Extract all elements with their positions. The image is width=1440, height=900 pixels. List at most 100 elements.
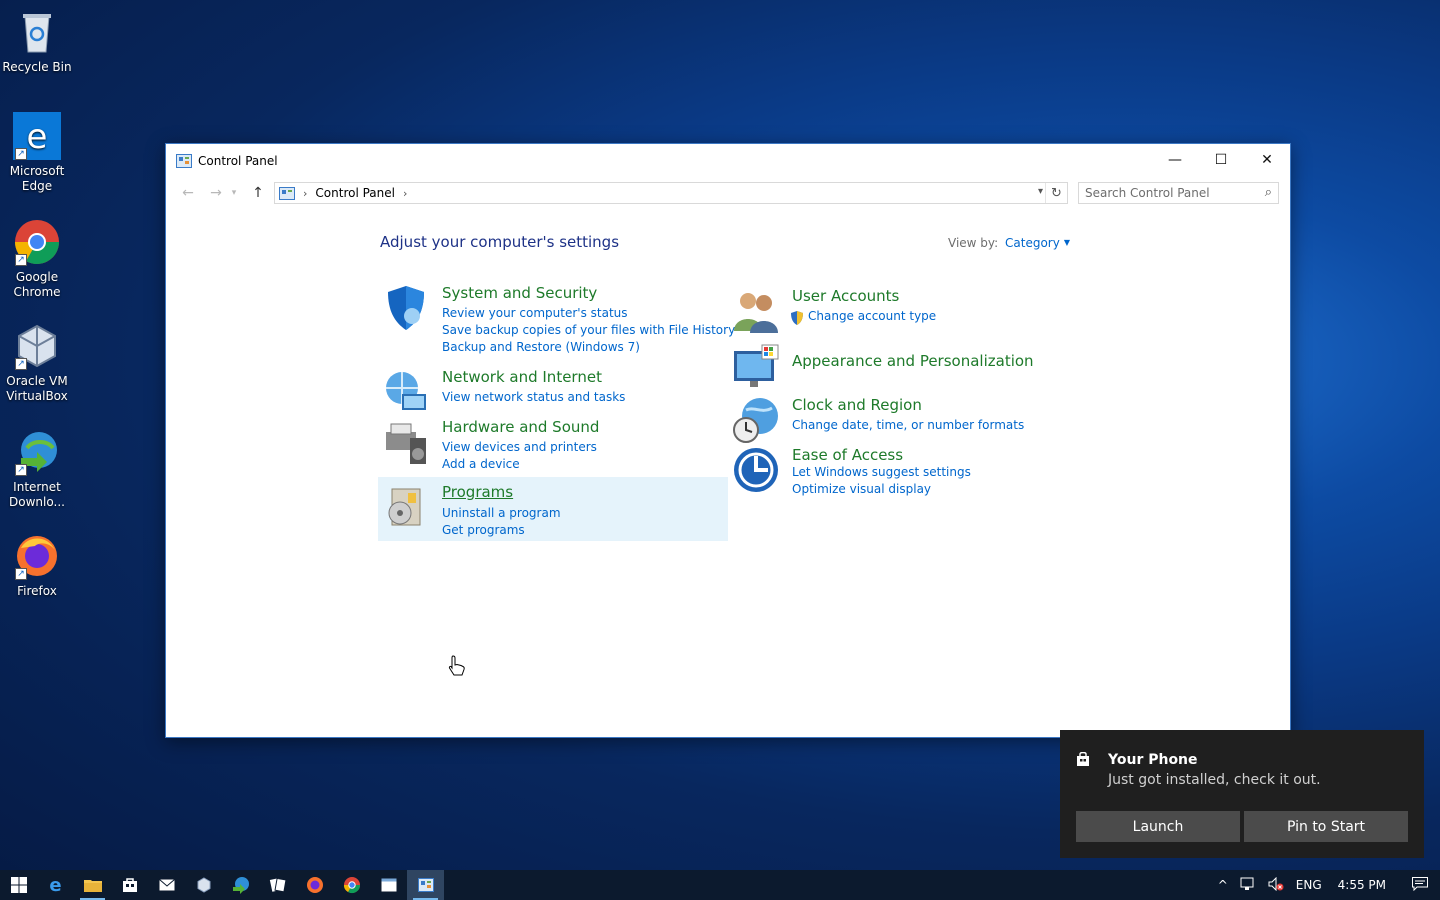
main-content: Adjust your computer's settings View by:… (166, 209, 1290, 737)
category-link[interactable]: Add a device (442, 457, 520, 471)
taskbar-file-explorer[interactable] (74, 870, 111, 900)
category-title[interactable]: Ease of Access (792, 446, 903, 464)
store-bag-icon (122, 878, 137, 892)
forward-button[interactable]: → (204, 181, 228, 205)
printer-speaker-icon (386, 423, 426, 464)
category-link[interactable]: Change date, time, or number formats (792, 418, 1024, 432)
recent-locations-button[interactable]: ▾ (228, 181, 240, 205)
taskbar-control-panel[interactable] (407, 870, 444, 900)
address-dropdown-icon[interactable]: ▾ (1038, 186, 1043, 197)
taskbar-virtualbox[interactable] (185, 870, 222, 900)
category-link[interactable]: Get programs (442, 523, 525, 537)
maximize-button[interactable]: ☐ (1198, 144, 1244, 176)
taskbar-solitaire[interactable] (259, 870, 296, 900)
pin-to-start-button[interactable]: Pin to Start (1244, 811, 1408, 842)
taskbar-firefox[interactable] (296, 870, 333, 900)
close-button[interactable]: ✕ (1244, 144, 1290, 176)
shortcut-arrow-icon: ↗ (15, 254, 27, 266)
taskbar-store[interactable] (111, 870, 148, 900)
back-button[interactable]: ← (176, 181, 200, 205)
svg-text:e: e (27, 117, 48, 157)
category-link[interactable]: View devices and printers (442, 440, 597, 454)
globe-network-icon (386, 372, 426, 410)
desktop-icon-recycle-bin[interactable]: Recycle Bin (0, 8, 74, 75)
category-programs[interactable]: Programs Uninstall a program Get program… (378, 477, 728, 541)
category-link[interactable]: Review your computer's status (442, 306, 628, 320)
shortcut-arrow-icon: ↗ (15, 464, 27, 476)
view-by-dropdown[interactable]: Category ▼ (1005, 236, 1070, 250)
category-link[interactable]: Save backup copies of your files with Fi… (442, 323, 735, 337)
category-title[interactable]: Network and Internet (442, 368, 602, 386)
minimize-button[interactable]: — (1152, 144, 1198, 176)
address-row: ← → ▾ ↑ › Control Panel › ▾ ↻ Search Con… (166, 177, 1290, 209)
category-link[interactable]: Optimize visual display (792, 482, 931, 496)
category-title[interactable]: User Accounts (792, 287, 899, 305)
hand-cursor-icon (448, 655, 465, 676)
category-title[interactable]: Clock and Region (792, 396, 922, 414)
toast-notification[interactable]: Your Phone Just got installed, check it … (1060, 730, 1424, 858)
refresh-button[interactable]: ↻ (1045, 183, 1067, 203)
clock[interactable]: 4:55 PM (1328, 878, 1400, 892)
control-panel-icon (279, 186, 295, 200)
ease-of-access-icon (734, 448, 778, 492)
internet-download-manager-icon: ↗ (13, 428, 61, 476)
arrow-left-icon: ← (182, 185, 194, 201)
desktop-icon-edge[interactable]: e ↗ Microsoft Edge (0, 112, 74, 194)
category-link[interactable]: Backup and Restore (Windows 7) (442, 340, 640, 354)
programs-icon (388, 488, 421, 526)
edge-icon: e ↗ (13, 112, 61, 160)
up-button[interactable]: ↑ (246, 181, 270, 205)
window-title: Control Panel (198, 153, 278, 168)
category-title[interactable]: Programs (442, 483, 513, 501)
category-title[interactable]: System and Security (442, 284, 597, 302)
category-user-accounts: User Accounts Change account type (732, 287, 1072, 333)
desktop-icon-label: Recycle Bin (2, 60, 72, 74)
volume-button[interactable] (1262, 876, 1290, 894)
recycle-bin-icon (13, 8, 61, 56)
category-title[interactable]: Appearance and Personalization (792, 352, 1034, 370)
chevron-down-icon: ▾ (231, 188, 237, 198)
category-network-and-internet: Network and Internet View network status… (382, 368, 722, 412)
desktop-icon-virtualbox[interactable]: ↗ Oracle VM VirtualBox (0, 322, 74, 404)
view-by-label: View by: (948, 236, 999, 250)
desktop-icon-firefox[interactable]: ↗ Firefox (0, 532, 74, 599)
taskbar-window-app[interactable] (370, 870, 407, 900)
launch-button[interactable]: Launch (1076, 811, 1240, 842)
shortcut-arrow-icon: ↗ (15, 358, 27, 370)
input-language[interactable]: ENG (1290, 878, 1328, 892)
breadcrumb-control-panel[interactable]: Control Panel (315, 186, 395, 200)
desktop-icon-chrome[interactable]: ↗ Google Chrome (0, 218, 74, 300)
show-hidden-icons-button[interactable]: ^ (1212, 878, 1234, 892)
taskbar-mail[interactable] (148, 870, 185, 900)
start-button[interactable] (0, 870, 37, 900)
desktop-icon-label: Google Chrome (13, 270, 61, 299)
category-link[interactable]: Uninstall a program (442, 506, 561, 520)
breadcrumb-separator-icon[interactable]: › (403, 187, 407, 200)
shortcut-arrow-icon: ↗ (15, 568, 27, 580)
control-panel-window: Control Panel — ☐ ✕ ← → ▾ ↑ › Control Pa… (165, 143, 1291, 738)
desktop-icon-internet-download-manager[interactable]: ↗ Internet Downlo... (0, 428, 74, 510)
title-bar[interactable]: Control Panel — ☐ ✕ (166, 144, 1290, 177)
chevron-up-icon: ^ (1217, 878, 1228, 892)
page-title: Adjust your computer's settings (380, 233, 620, 251)
category-link[interactable]: Let Windows suggest settings (792, 465, 971, 479)
taskbar-edge[interactable]: e (37, 870, 74, 900)
category-link[interactable]: Change account type (808, 309, 936, 323)
taskbar: e ^ ENG 4:55 PM (0, 870, 1440, 900)
action-center-button[interactable] (1400, 876, 1440, 894)
taskbar-internet-download-manager[interactable] (222, 870, 259, 900)
desktop-icon-label: Internet Downlo... (9, 480, 65, 509)
network-icon (1240, 877, 1254, 890)
toast-title: Your Phone (1108, 752, 1198, 768)
monitor-palette-icon (734, 344, 779, 387)
category-system-and-security: System and Security Review your computer… (382, 284, 735, 360)
network-status-button[interactable] (1234, 877, 1262, 894)
virtualbox-icon: ↗ (13, 322, 61, 370)
category-link[interactable]: View network status and tasks (442, 390, 625, 404)
search-input[interactable]: Search Control Panel ⌕ (1078, 182, 1279, 204)
category-appearance-and-personalization: Appearance and Personalization (732, 343, 1072, 391)
taskbar-chrome[interactable] (333, 870, 370, 900)
address-bar[interactable]: › Control Panel › ▾ ↻ (274, 182, 1068, 204)
internet-download-manager-icon (232, 877, 249, 894)
category-title[interactable]: Hardware and Sound (442, 418, 599, 436)
